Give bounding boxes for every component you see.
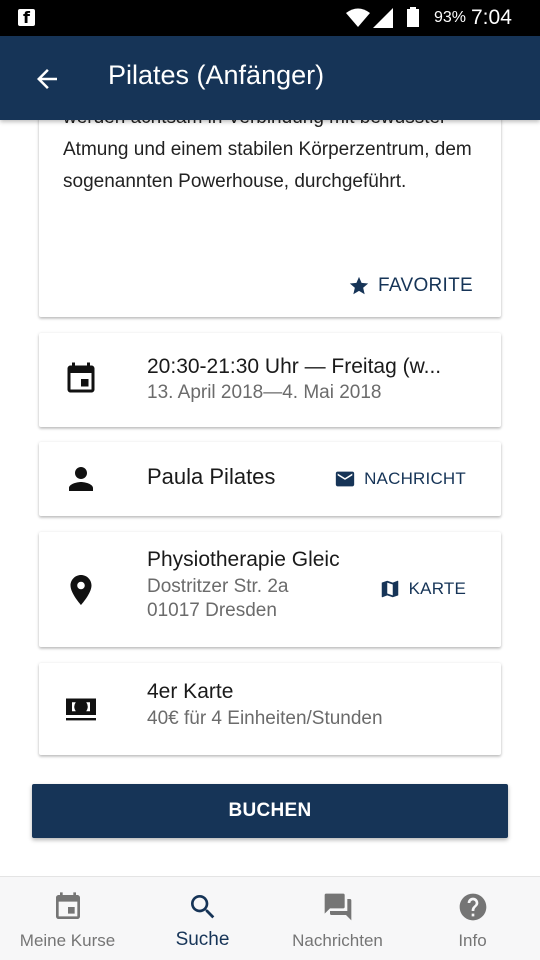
calendar-icon — [55, 892, 80, 919]
teacher-card: Paula Pilates NACHRICHT — [39, 442, 501, 516]
description-card: werden achtsam in Verbindung mit bewusst… — [39, 120, 501, 317]
help-icon — [459, 893, 486, 921]
nav-item-meine-kurse[interactable]: Meine Kurse — [0, 877, 135, 960]
battery-icon — [407, 7, 419, 27]
nav-label: Info — [458, 931, 487, 950]
wifi-icon — [346, 8, 370, 27]
nav-label: Nachrichten — [292, 931, 383, 950]
battery-percent: 93% — [434, 9, 467, 26]
money-icon — [66, 698, 96, 721]
app-bar: Pilates (Anfänger) — [0, 36, 540, 120]
mail-icon — [335, 471, 355, 487]
location-city: 01017 Dresden — [147, 600, 277, 621]
map-label: KARTE — [408, 579, 466, 598]
nav-label: Meine Kurse — [19, 931, 116, 950]
favorite-label: FAVORITE — [378, 275, 473, 296]
clock: 7:04 — [471, 6, 512, 29]
book-button[interactable]: BUCHEN — [32, 784, 508, 838]
teacher-name: Paula Pilates — [147, 464, 276, 489]
search-icon — [190, 895, 214, 919]
schedule-time: 20:30-21:30 Uhr — Freitag (w... — [147, 355, 442, 378]
message-label: NACHRICHT — [364, 469, 466, 488]
person-icon — [69, 467, 93, 491]
bottom-navigation: Meine Kurse Suche Nachrichten Info — [0, 876, 540, 960]
location-name: Physiotherapie Gleic — [147, 548, 340, 571]
facebook-notification-icon — [18, 8, 35, 27]
arrow-back-icon[interactable] — [32, 64, 62, 94]
course-detail-scroll[interactable]: werden achtsam in Verbindung mit bewusst… — [0, 120, 540, 876]
chat-icon — [324, 893, 351, 921]
nav-item-suche[interactable]: Suche — [135, 877, 270, 960]
location-pin-icon — [70, 575, 92, 605]
message-button[interactable]: NACHRICHT — [334, 468, 466, 490]
nav-item-nachrichten[interactable]: Nachrichten — [270, 877, 405, 960]
schedule-card: 20:30-21:30 Uhr — Freitag (w... 13. Apri… — [39, 333, 501, 427]
schedule-date-range: 13. April 2018—4. Mai 2018 — [147, 382, 382, 403]
location-street: Dostritzer Str. 2a — [147, 576, 289, 597]
calendar-icon — [67, 362, 95, 393]
nav-item-info[interactable]: Info — [405, 877, 540, 960]
nav-label: Suche — [175, 929, 230, 950]
status-bar: 93% 7:04 — [0, 0, 540, 36]
signal-icon — [373, 8, 393, 28]
price-detail: 40€ für 4 Einheiten/Stunden — [147, 708, 383, 729]
favorite-button[interactable]: FAVORITE — [348, 275, 473, 297]
page-title: Pilates (Anfänger) — [108, 60, 325, 90]
location-card: Physiotherapie Gleic Dostritzer Str. 2a … — [39, 532, 501, 647]
map-button[interactable]: KARTE — [379, 578, 466, 600]
price-title: 4er Karte — [147, 680, 234, 703]
map-icon — [381, 580, 398, 598]
course-description: werden achtsam in Verbindung mit bewusst… — [63, 120, 472, 192]
star-icon — [349, 276, 369, 295]
price-card: 4er Karte 40€ für 4 Einheiten/Stunden — [39, 663, 501, 755]
